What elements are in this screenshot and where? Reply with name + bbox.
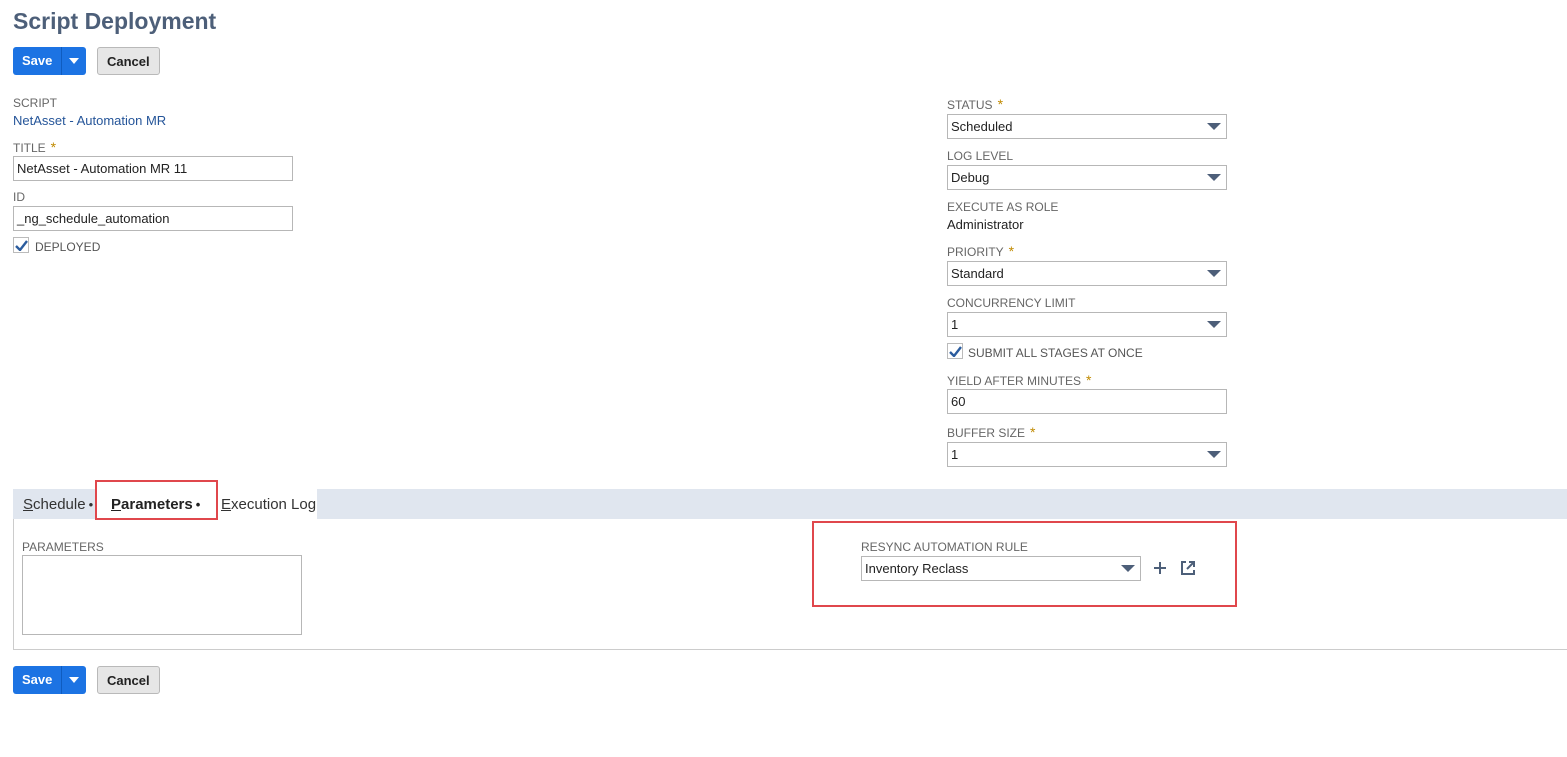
priority-value: Standard — [951, 266, 1004, 281]
cancel-button[interactable]: Cancel — [97, 666, 160, 694]
status-select[interactable]: Scheduled — [947, 114, 1227, 139]
deployed-label: DEPLOYED — [35, 240, 101, 254]
title-label: TITLE — [13, 141, 46, 155]
top-save-button-group: Save — [13, 47, 87, 75]
priority-label-row: PRIORITY * — [947, 243, 1014, 261]
status-value: Scheduled — [951, 119, 1013, 134]
status-label: STATUS — [947, 98, 993, 112]
buffer-size-select[interactable]: 1 — [947, 442, 1227, 467]
save-button[interactable]: Save — [13, 47, 62, 75]
checkmark-icon — [14, 239, 28, 251]
chevron-down-icon — [1207, 270, 1221, 277]
execute-as-role-label: EXECUTE AS ROLE — [947, 200, 1059, 214]
log-level-select[interactable]: Debug — [947, 165, 1227, 190]
required-marker: * — [1030, 424, 1036, 440]
tab-execution-log-label: Execution Log — [221, 496, 317, 513]
title-label-row: TITLE * — [13, 139, 56, 157]
required-marker: * — [50, 139, 57, 155]
save-options-button[interactable] — [61, 666, 87, 694]
buffer-size-label-row: BUFFER SIZE * — [947, 424, 1035, 442]
yield-after-minutes-label: YIELD AFTER MINUTES — [947, 374, 1082, 388]
parameters-label: PARAMETERS — [22, 540, 104, 554]
yield-label-row: YIELD AFTER MINUTES * — [947, 372, 1091, 390]
concurrency-limit-label: CONCURRENCY LIMIT — [947, 296, 1076, 310]
concurrency-limit-select[interactable]: 1 — [947, 312, 1227, 337]
chevron-down-icon — [1207, 174, 1221, 181]
save-button[interactable]: Save — [13, 666, 62, 694]
checkmark-icon — [948, 345, 962, 357]
deployed-checkbox[interactable] — [13, 237, 29, 253]
cancel-button[interactable]: Cancel — [97, 47, 160, 75]
execute-as-role-value: Administrator — [947, 217, 1024, 232]
buffer-size-label: BUFFER SIZE — [947, 426, 1026, 440]
required-marker: * — [997, 96, 1004, 112]
resync-highlight-box — [812, 521, 1237, 607]
chevron-down-icon — [69, 677, 80, 683]
yield-after-minutes-field[interactable]: 60 — [947, 389, 1227, 414]
chevron-down-icon — [1207, 451, 1221, 458]
status-label-row: STATUS * — [947, 96, 1003, 114]
save-options-button[interactable] — [61, 47, 87, 75]
priority-select[interactable]: Standard — [947, 261, 1227, 286]
tab-schedule-label: Schedule — [23, 496, 86, 513]
tab-execution-log[interactable]: Execution Log — [221, 496, 316, 513]
script-label: SCRIPT — [13, 96, 58, 110]
submit-all-stages-label: SUBMIT ALL STAGES AT ONCE — [968, 346, 1143, 360]
concurrency-limit-value: 1 — [951, 317, 959, 332]
tab-highlight-box — [95, 480, 218, 520]
required-marker: * — [1086, 372, 1092, 388]
id-label: ID — [13, 190, 25, 204]
title-field[interactable]: NetAsset - Automation MR 11 — [13, 156, 293, 181]
tab-schedule[interactable]: Schedule • — [23, 496, 93, 513]
priority-label: PRIORITY — [947, 245, 1004, 259]
deployed-row: DEPLOYED — [13, 236, 100, 254]
required-marker: * — [1008, 243, 1015, 259]
parameters-textarea[interactable] — [22, 555, 302, 635]
id-field[interactable]: _ng_schedule_automation — [13, 206, 293, 231]
script-link[interactable]: NetAsset - Automation MR — [13, 113, 166, 128]
chevron-down-icon — [1207, 321, 1221, 328]
tab-schedule-marker: • — [88, 497, 94, 512]
log-level-label: LOG LEVEL — [947, 149, 1014, 163]
submit-all-stages-row: SUBMIT ALL STAGES AT ONCE — [947, 342, 1143, 360]
chevron-down-icon — [69, 58, 80, 64]
bottom-save-button-group: Save — [13, 666, 87, 694]
page-title: Script Deployment — [13, 8, 217, 34]
chevron-down-icon — [1207, 123, 1221, 130]
buffer-size-value: 1 — [951, 447, 959, 462]
log-level-value: Debug — [951, 170, 990, 185]
submit-all-stages-checkbox[interactable] — [947, 343, 963, 359]
